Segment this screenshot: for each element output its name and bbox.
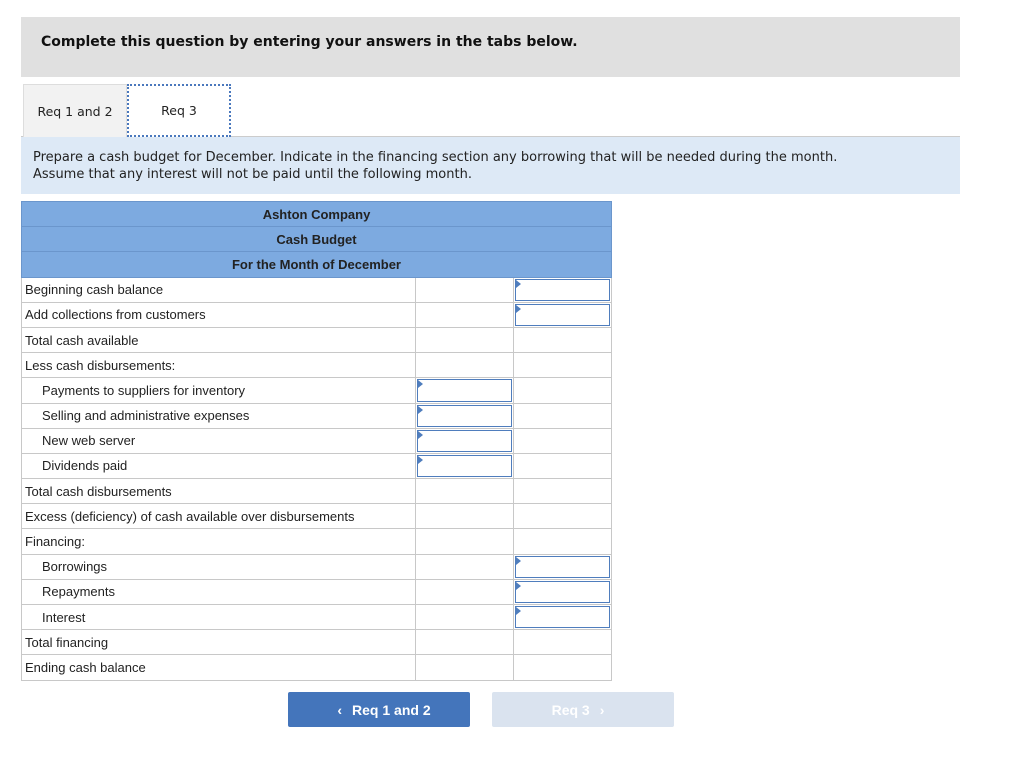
amount-cell — [415, 528, 515, 555]
chevron-right-icon: › — [599, 701, 605, 718]
instruction-text: Complete this question by entering your … — [41, 34, 578, 50]
amount-cell — [513, 578, 612, 606]
amount-cell — [513, 553, 612, 580]
row-label: Total cash disbursements — [20, 478, 417, 505]
row-label: Add collections from customers — [20, 301, 417, 328]
amount-cell — [415, 553, 515, 580]
row-label: Borrowings — [20, 553, 417, 580]
amount-cell — [513, 603, 612, 631]
table-row: New web server — [20, 427, 612, 454]
amount-input[interactable] — [515, 606, 610, 629]
amount-cell — [513, 478, 612, 505]
amount-cell — [415, 377, 515, 404]
row-label: Payments to suppliers for inventory — [20, 377, 417, 404]
description-line-2: Assume that any interest will not be pai… — [33, 167, 472, 182]
amount-cell — [513, 352, 612, 379]
amount-cell — [415, 301, 515, 328]
prev-req-label: Req 1 and 2 — [352, 701, 431, 718]
amount-cell — [513, 452, 612, 480]
amount-cell — [415, 603, 515, 631]
table-row: Payments to suppliers for inventory — [20, 377, 612, 404]
amount-cell — [415, 326, 515, 354]
company-name: Ashton Company — [21, 200, 612, 228]
tab-req-3[interactable]: Req 3 — [127, 84, 231, 137]
table-row: Ending cash balance — [20, 654, 612, 681]
table-row: Excess (deficiency) of cash available ov… — [20, 503, 612, 530]
amount-cell — [513, 427, 612, 454]
table-row: Total cash available — [20, 326, 612, 354]
amount-cell — [513, 276, 612, 303]
amount-cell — [415, 452, 515, 480]
amount-cell — [415, 478, 515, 505]
amount-input[interactable] — [417, 379, 513, 402]
amount-input[interactable] — [515, 555, 610, 578]
amount-input[interactable] — [515, 303, 610, 326]
next-req-button: Req 3 › — [492, 692, 674, 727]
chevron-left-icon: ‹ — [337, 701, 343, 718]
table-row: Less cash disbursements: — [20, 352, 612, 379]
amount-cell — [513, 377, 612, 404]
amount-cell — [415, 402, 515, 429]
amount-cell — [415, 352, 515, 379]
statement-title: Cash Budget — [21, 226, 612, 253]
statement-period: For the Month of December — [21, 251, 612, 278]
table-row: Total cash disbursements — [20, 478, 612, 505]
table-row: Beginning cash balance — [20, 276, 612, 303]
amount-input[interactable] — [515, 580, 610, 603]
row-label: Total financing — [20, 629, 417, 656]
row-label: Interest — [20, 603, 417, 631]
amount-cell — [415, 578, 515, 606]
tab-req-1-and-2[interactable]: Req 1 and 2 — [23, 84, 127, 137]
amount-cell — [415, 654, 515, 681]
row-label: Less cash disbursements: — [20, 352, 417, 379]
row-label: New web server — [20, 427, 417, 454]
row-label: Total cash available — [20, 326, 417, 354]
table-row: Total financing — [20, 629, 612, 656]
table-row: Repayments — [20, 578, 612, 606]
row-label: Excess (deficiency) of cash available ov… — [20, 503, 417, 530]
next-req-label: Req 3 — [551, 701, 590, 718]
row-label: Repayments — [20, 578, 417, 606]
amount-cell — [415, 503, 515, 530]
row-label: Dividends paid — [20, 452, 417, 480]
row-label: Beginning cash balance — [20, 276, 417, 303]
amount-cell — [513, 629, 612, 656]
tab-bar: Req 1 and 2 Req 3 — [21, 84, 960, 137]
amount-cell — [415, 276, 515, 303]
amount-cell — [513, 301, 612, 328]
amount-input[interactable] — [515, 278, 610, 301]
amount-cell — [513, 402, 612, 429]
row-label: Ending cash balance — [20, 654, 417, 681]
amount-cell — [513, 528, 612, 555]
table-row: Financing: — [20, 528, 612, 555]
table-row: Interest — [20, 603, 612, 631]
question-description: Prepare a cash budget for December. Indi… — [21, 137, 960, 194]
amount-cell — [513, 654, 612, 681]
table-row: Add collections from customers — [20, 301, 612, 328]
amount-cell — [513, 503, 612, 530]
instruction-banner: Complete this question by entering your … — [21, 17, 960, 77]
table-row: Borrowings — [20, 553, 612, 580]
amount-cell — [415, 427, 515, 454]
amount-input[interactable] — [417, 454, 513, 478]
table-row: Selling and administrative expenses — [20, 402, 612, 429]
description-line-1: Prepare a cash budget for December. Indi… — [33, 150, 838, 165]
table-row: Dividends paid — [20, 452, 612, 480]
cash-budget-table: Ashton Company Cash Budget For the Month… — [20, 200, 612, 681]
row-label: Financing: — [20, 528, 417, 555]
prev-req-button[interactable]: ‹ Req 1 and 2 — [288, 692, 470, 727]
amount-cell — [513, 326, 612, 354]
amount-cell — [415, 629, 515, 656]
row-label: Selling and administrative expenses — [20, 402, 417, 429]
amount-input[interactable] — [417, 429, 513, 452]
amount-input[interactable] — [417, 404, 513, 427]
